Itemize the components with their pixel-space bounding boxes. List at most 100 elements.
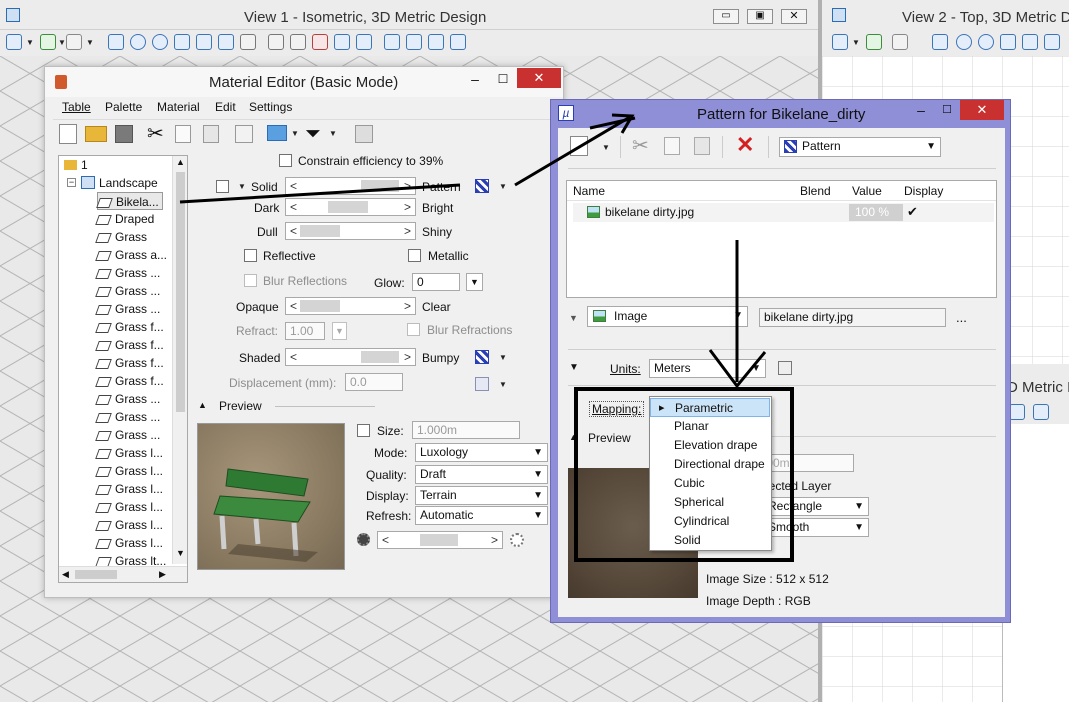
minimize-button[interactable]: ▭: [713, 9, 739, 24]
mapping-option[interactable]: Solid: [650, 531, 770, 550]
chevron-down-icon[interactable]: ▼: [86, 39, 94, 47]
tree-item[interactable]: Grass ...: [95, 408, 160, 426]
tree-item[interactable]: Grass l...: [95, 444, 163, 462]
refract-dropdown[interactable]: ▼: [332, 322, 347, 340]
refresh-select[interactable]: Automatic ▼: [415, 506, 548, 525]
pattern-list[interactable]: Name Blend Value Display bikelane dirty.…: [566, 180, 997, 298]
menu-material[interactable]: Material: [157, 100, 200, 114]
constrain-checkbox[interactable]: [279, 154, 292, 167]
blur-refractions-checkbox[interactable]: [407, 323, 420, 336]
lighting-icon[interactable]: [66, 34, 82, 50]
close-button[interactable]: ✕: [517, 68, 561, 88]
camera-icon[interactable]: [428, 34, 444, 50]
menu-palette[interactable]: Palette: [105, 100, 142, 114]
size-checkbox[interactable]: [357, 424, 370, 437]
blur-reflections-checkbox[interactable]: [244, 274, 257, 287]
color-slider[interactable]: < >: [285, 177, 416, 195]
browse-button[interactable]: ...: [956, 310, 967, 325]
metallic-checkbox[interactable]: [408, 249, 421, 262]
tree-root[interactable]: 1: [81, 158, 88, 172]
view-attributes-icon[interactable]: [832, 34, 848, 50]
mapping-option[interactable]: Cylindrical: [650, 512, 770, 531]
display-select[interactable]: Terrain ▼: [415, 486, 548, 505]
minimize-button[interactable]: –: [463, 70, 487, 90]
quality-select[interactable]: Draft ▼: [415, 465, 548, 484]
tree-item[interactable]: Grass l...: [95, 534, 163, 552]
collapse-image-icon[interactable]: ▼: [569, 313, 578, 323]
chevron-up-icon[interactable]: ▲: [176, 157, 185, 167]
tree-group[interactable]: Landscape: [99, 176, 158, 190]
chevron-down-icon[interactable]: ▼: [329, 130, 337, 138]
zoom-in-icon[interactable]: [130, 34, 146, 50]
collapse-preview-icon[interactable]: ▲: [569, 432, 578, 442]
export-icon[interactable]: [235, 125, 253, 143]
tree-item[interactable]: Grass l...: [95, 498, 163, 516]
tree-item[interactable]: Grass ...: [95, 390, 160, 408]
menu-edit[interactable]: Edit: [215, 100, 236, 114]
size-input[interactable]: 1.000m: [412, 421, 520, 439]
save-icon[interactable]: [115, 125, 133, 143]
tree-item[interactable]: Grass ...: [95, 282, 160, 300]
units-settings-icon[interactable]: [778, 361, 792, 375]
specular-slider[interactable]: < >: [285, 222, 416, 240]
rotate-view-icon[interactable]: [218, 34, 234, 50]
tree-hscroll[interactable]: ◀ ▶: [59, 566, 187, 582]
clip-volume-icon[interactable]: [384, 34, 400, 50]
table-row[interactable]: bikelane dirty.jpg 100 % ✔: [573, 203, 994, 222]
swap-view-icon[interactable]: [356, 34, 372, 50]
view-next-icon[interactable]: [312, 34, 328, 50]
mapping-option[interactable]: Planar: [650, 417, 770, 436]
light-slider[interactable]: < >: [377, 531, 503, 549]
copy-icon[interactable]: [175, 125, 191, 143]
copy-icon[interactable]: [664, 137, 680, 155]
solid-checkbox[interactable]: [216, 180, 229, 193]
mapping-option[interactable]: ▸ Parametric: [650, 398, 770, 417]
collapse-units-icon[interactable]: ▼: [569, 362, 579, 373]
tree-item[interactable]: Grass a...: [95, 246, 167, 264]
fit-view-icon[interactable]: [1022, 34, 1038, 50]
tree-item[interactable]: Grass l...: [95, 480, 163, 498]
chevron-down-icon[interactable]: ▼: [499, 381, 507, 389]
display-style-icon[interactable]: [40, 34, 56, 50]
tree-item[interactable]: Grass ...: [95, 300, 160, 318]
new-icon[interactable]: [59, 124, 77, 144]
collapse-icon[interactable]: −: [67, 178, 76, 187]
row-value[interactable]: 100 %: [849, 204, 903, 221]
tree-item[interactable]: Grass f...: [95, 336, 164, 354]
zoom-in-icon[interactable]: [956, 34, 972, 50]
tree-item[interactable]: Grass f...: [95, 354, 164, 372]
cut-icon[interactable]: ✂: [147, 122, 164, 146]
paste-icon[interactable]: [694, 137, 710, 155]
window-area-icon[interactable]: [174, 34, 190, 50]
shape-select[interactable]: Rectangle ▼: [763, 497, 869, 516]
bump-map-icon[interactable]: [475, 350, 489, 364]
collapse-preview-icon[interactable]: ▲: [198, 400, 207, 410]
mapping-dropdown-list[interactable]: ▸ Parametric Planar Elevation drape Directio…: [649, 396, 772, 551]
new-pattern-icon[interactable]: [570, 136, 588, 156]
chevron-down-icon[interactable]: ▼: [176, 548, 185, 558]
pattern-map-icon[interactable]: [475, 179, 489, 193]
reflective-checkbox[interactable]: [244, 249, 257, 262]
rotate-view-icon[interactable]: [1033, 404, 1049, 420]
mapping-option[interactable]: Elevation drape: [650, 436, 770, 455]
paste-icon[interactable]: [203, 125, 219, 143]
mode-select[interactable]: Luxology ▼: [415, 443, 548, 462]
lighting-icon[interactable]: [892, 34, 908, 50]
smoothing-select[interactable]: Smooth ▼: [763, 518, 869, 537]
chevron-down-icon[interactable]: ▼: [852, 39, 860, 47]
mapping-option[interactable]: Spherical: [650, 493, 770, 512]
filter-icon[interactable]: ⏷: [305, 123, 321, 145]
units-select[interactable]: Meters ▼: [649, 359, 766, 378]
open-folder-icon[interactable]: [85, 126, 107, 142]
view-previous-icon[interactable]: [290, 34, 306, 50]
chevron-down-icon[interactable]: ▼: [26, 39, 34, 47]
chevron-right-icon[interactable]: ▶: [159, 569, 166, 580]
tree-item[interactable]: Grass l...: [95, 516, 163, 534]
minimize-button[interactable]: –: [909, 102, 933, 120]
view-attributes-icon[interactable]: [6, 34, 22, 50]
chevron-left-icon[interactable]: ◀: [62, 569, 69, 580]
chevron-down-icon[interactable]: ▼: [238, 183, 246, 191]
bump-slider[interactable]: < >: [285, 348, 416, 366]
clip-mask-icon[interactable]: [406, 34, 422, 50]
close-button[interactable]: ✕: [960, 100, 1004, 120]
